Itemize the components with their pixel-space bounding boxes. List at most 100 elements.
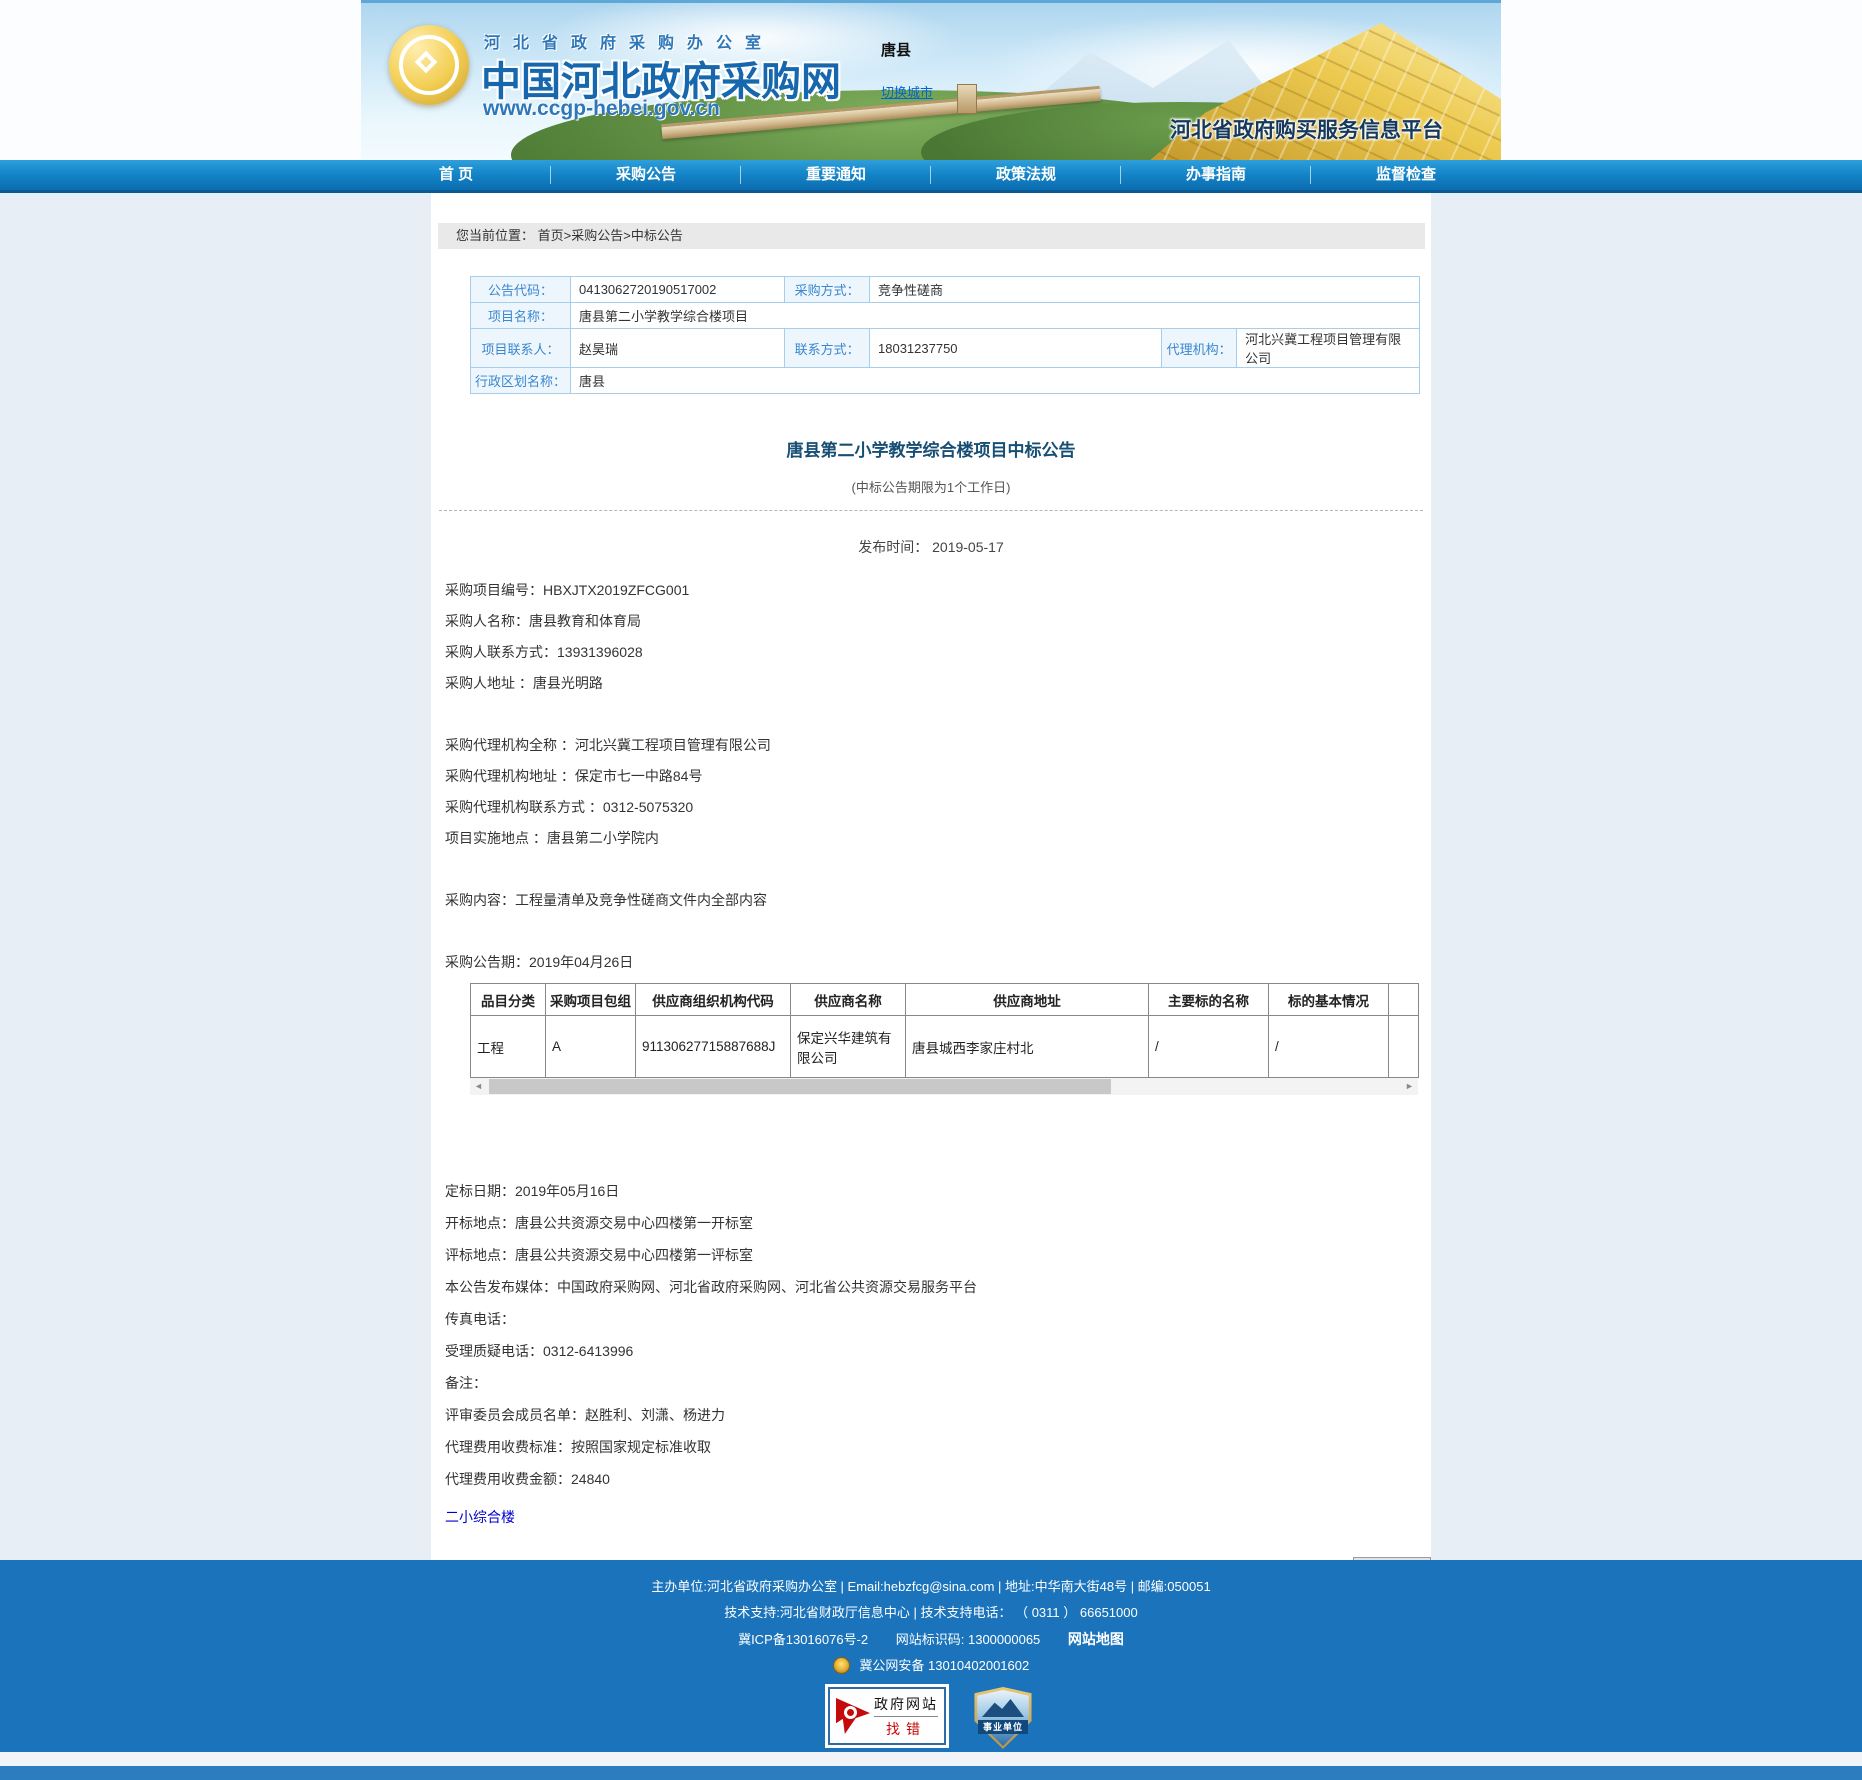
platform-banner-text: 河北省政府购买服务信息平台 bbox=[1170, 114, 1443, 144]
phone-label: 联系方式： bbox=[785, 329, 870, 368]
announcement-info-table: 公告代码： 0413062720190517002 采购方式： 竞争性磋商 项目… bbox=[470, 276, 1420, 394]
nav-item[interactable]: 采购公告 bbox=[551, 160, 741, 190]
footer-badges: 政府网站 找错 事业单位 bbox=[0, 1687, 1862, 1749]
body-line: 采购代理机构地址 ：保定市七一中路84号 bbox=[445, 761, 1431, 792]
footer-line-host: 主办单位:河北省政府采购办公室 | Email:hebzfcg@sina.com… bbox=[0, 1574, 1862, 1600]
bottom-blue-strip bbox=[0, 1766, 1862, 1780]
supplier-header-cell: 主要标的名称 bbox=[1149, 984, 1269, 1016]
nav-item[interactable]: 办事指南 bbox=[1121, 160, 1311, 190]
announce-code-value: 0413062720190517002 bbox=[571, 277, 785, 303]
body-line: 定标日期：2019年05月16日 bbox=[445, 1175, 1431, 1207]
breadcrumb-path[interactable]: 首页>采购公告>中标公告 bbox=[538, 228, 683, 243]
find-error-icon bbox=[836, 1696, 874, 1736]
find-error-bottom: 找错 bbox=[874, 1719, 938, 1739]
scroll-left-icon[interactable]: ◄ bbox=[470, 1078, 487, 1095]
announce-code-label: 公告代码： bbox=[471, 277, 571, 303]
breadcrumb: 您当前位置： 首页>采购公告>中标公告 bbox=[438, 223, 1425, 249]
body-line: 采购代理机构全称 ：河北兴冀工程项目管理有限公司 bbox=[445, 730, 1431, 761]
security-record: 冀公网安备 13010402001602 bbox=[859, 1658, 1029, 1673]
supplier-cell bbox=[1389, 1016, 1419, 1078]
body-line: 代理费用收费金额：24840 bbox=[445, 1463, 1431, 1495]
publish-date-line: 发布时间： 2019-05-17 bbox=[431, 537, 1431, 557]
gov-site-find-error-badge[interactable]: 政府网站 找错 bbox=[828, 1687, 946, 1745]
supplier-table: 品目分类采购项目包组供应商组织机构代码供应商名称供应商地址主要标的名称标的基本情… bbox=[470, 983, 1419, 1078]
method-label: 采购方式： bbox=[785, 277, 870, 303]
supplier-cell: / bbox=[1269, 1016, 1389, 1078]
method-value: 竞争性磋商 bbox=[870, 277, 1420, 303]
supplier-cell: 91130627715887688J bbox=[636, 1016, 791, 1078]
supplier-cell: A bbox=[546, 1016, 636, 1078]
body-line: 评审委员会成员名单：赵胜利、刘潇、杨进力 bbox=[445, 1399, 1431, 1431]
city-box: 唐县 切换城市 bbox=[881, 39, 971, 102]
footer-line-security: 冀公网安备 13010402001602 bbox=[0, 1653, 1862, 1679]
find-error-top: 政府网站 bbox=[874, 1694, 938, 1717]
body-lines-top: 采购项目编号：HBXJTX2019ZFCG001采购人名称：唐县教育和体育局采购… bbox=[445, 575, 1431, 978]
bottom-gray-strip bbox=[0, 1752, 1862, 1766]
body-line: 备注： bbox=[445, 1367, 1431, 1399]
body-line: 传真电话： bbox=[445, 1303, 1431, 1335]
table-row: 项目名称： 唐县第二小学教学综合楼项目 bbox=[471, 303, 1420, 329]
supplier-cell: / bbox=[1149, 1016, 1269, 1078]
body-line: 开标地点：唐县公共资源交易中心四楼第一开标室 bbox=[445, 1207, 1431, 1239]
body-line: 项目实施地点 ：唐县第二小学院内 bbox=[445, 823, 1431, 854]
body-line: 采购项目编号：HBXJTX2019ZFCG001 bbox=[445, 575, 1431, 606]
institution-label: 事业单位 bbox=[978, 1720, 1028, 1734]
supplier-header-cell: 供应商名称 bbox=[791, 984, 906, 1016]
body-line bbox=[445, 854, 1431, 885]
body-line: 本公告发布媒体：中国政府采购网、河北省政府采购网、河北省公共资源交易服务平台 bbox=[445, 1271, 1431, 1303]
contact-label: 项目联系人： bbox=[471, 329, 571, 368]
content-panel: 您当前位置： 首页>采购公告>中标公告 公告代码： 04130627201905… bbox=[431, 193, 1431, 1560]
region-value: 唐县 bbox=[571, 368, 1420, 394]
nav-item[interactable]: 重要通知 bbox=[741, 160, 931, 190]
body-line: 受理质疑电话：0312-6413996 bbox=[445, 1335, 1431, 1367]
body-line: 采购内容：工程量清单及竞争性磋商文件内全部内容 bbox=[445, 885, 1431, 916]
find-error-text: 政府网站 找错 bbox=[874, 1694, 938, 1739]
site-logo-icon[interactable] bbox=[389, 25, 469, 105]
close-window-button[interactable]: 关闭窗口 bbox=[1353, 1557, 1431, 1560]
nav-item[interactable]: 政策法规 bbox=[931, 160, 1121, 190]
body-line bbox=[445, 916, 1431, 947]
table-row: 项目联系人： 赵昊瑞 联系方式： 18031237750 代理机构： 河北兴冀工… bbox=[471, 329, 1420, 368]
agency-label: 代理机构： bbox=[1162, 329, 1237, 368]
footer: 主办单位:河北省政府采购办公室 | Email:hebzfcg@sina.com… bbox=[0, 1560, 1862, 1752]
body-line: 采购公告期：2019年04月26日 bbox=[445, 947, 1431, 978]
site-map-link[interactable]: 网站地图 bbox=[1068, 1631, 1124, 1647]
table-row: 公告代码： 0413062720190517002 采购方式： 竞争性磋商 bbox=[471, 277, 1420, 303]
nav-item[interactable]: 首 页 bbox=[361, 160, 551, 190]
scrollbar-track[interactable] bbox=[487, 1078, 1401, 1095]
supplier-header-row: 品目分类采购项目包组供应商组织机构代码供应商名称供应商地址主要标的名称标的基本情… bbox=[471, 984, 1419, 1016]
supplier-header-cell: 供应商地址 bbox=[906, 984, 1149, 1016]
site-url: www.ccgp-hebei.gov.cn bbox=[483, 97, 720, 121]
page: 河北省政府采购办公室 中国河北政府采购网 www.ccgp-hebei.gov.… bbox=[0, 0, 1862, 1780]
institution-shield-badge[interactable]: 事业单位 bbox=[972, 1687, 1034, 1749]
scroll-right-icon[interactable]: ► bbox=[1401, 1078, 1418, 1095]
close-row: 关闭窗口 bbox=[431, 1557, 1431, 1560]
supplier-data-row: 工程A91130627715887688J保定兴华建筑有限公司唐县城西李家庄村北… bbox=[471, 1016, 1419, 1078]
page-subtitle: (中标公告期限为1个工作日) bbox=[431, 477, 1431, 496]
main-area: 您当前位置： 首页>采购公告>中标公告 公告代码： 04130627201905… bbox=[0, 193, 1862, 1560]
body-lines-bottom: 定标日期：2019年05月16日开标地点：唐县公共资源交易中心四楼第一开标室评标… bbox=[445, 1175, 1431, 1495]
police-badge-icon bbox=[833, 1657, 850, 1674]
supplier-header-cell bbox=[1389, 984, 1419, 1016]
switch-city-link[interactable]: 切换城市 bbox=[881, 82, 933, 101]
body-line: 评标地点：唐县公共资源交易中心四楼第一评标室 bbox=[445, 1239, 1431, 1271]
contact-value: 赵昊瑞 bbox=[571, 329, 785, 368]
agency-value: 河北兴冀工程项目管理有限公司 bbox=[1237, 329, 1420, 368]
table-row: 行政区划名称： 唐县 bbox=[471, 368, 1420, 394]
current-city: 唐县 bbox=[881, 39, 971, 60]
body-line: 采购人联系方式：13931396028 bbox=[445, 637, 1431, 668]
supplier-cell: 工程 bbox=[471, 1016, 546, 1078]
body-line: 采购人名称：唐县教育和体育局 bbox=[445, 606, 1431, 637]
breadcrumb-label: 您当前位置： bbox=[456, 228, 534, 243]
scrollbar-thumb[interactable] bbox=[489, 1079, 1111, 1094]
nav-item[interactable]: 监督检查 bbox=[1311, 160, 1501, 190]
dashed-divider bbox=[439, 510, 1423, 511]
shield-background bbox=[975, 1690, 1031, 1746]
supplier-header-cell: 标的基本情况 bbox=[1269, 984, 1389, 1016]
supplier-header-cell: 采购项目包组 bbox=[546, 984, 636, 1016]
main-nav: 首 页采购公告重要通知政策法规办事指南监督检查 bbox=[0, 160, 1862, 193]
attachment-link[interactable]: 二小综合楼 bbox=[445, 1507, 515, 1527]
body-line bbox=[445, 699, 1431, 730]
supplier-header-cell: 品目分类 bbox=[471, 984, 546, 1016]
table-horizontal-scrollbar: ◄ ► bbox=[470, 1078, 1418, 1095]
